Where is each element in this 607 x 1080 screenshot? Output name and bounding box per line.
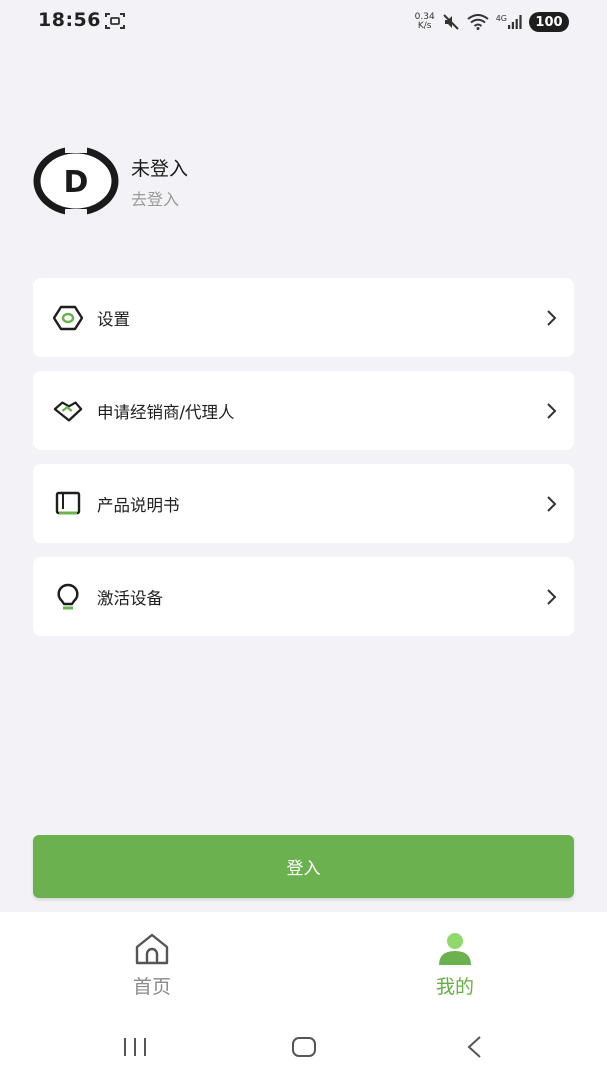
menu-item-label: 设置 (97, 309, 130, 329)
back-icon[interactable] (460, 1034, 490, 1060)
recent-apps-icon[interactable] (120, 1034, 150, 1060)
net-speed: 0.34 K/s (415, 13, 435, 31)
chevron-right-icon (547, 495, 557, 512)
menu-item-manual[interactable]: 产品说明书 (33, 464, 574, 543)
home-icon (135, 933, 169, 965)
signal-icon (508, 15, 522, 29)
menu-item-apply-dealer[interactable]: 申请经销商/代理人 (33, 371, 574, 450)
mute-icon (442, 14, 459, 30)
battery-indicator: 100 (529, 12, 569, 32)
cellular-signal: 4G (496, 15, 522, 29)
handshake-icon (53, 396, 83, 426)
avatar: D (33, 146, 119, 216)
book-icon (53, 489, 83, 519)
tab-label: 首页 (132, 976, 171, 998)
tab-home[interactable]: 首页 (92, 932, 212, 1002)
login-button[interactable]: 登入 (33, 835, 574, 898)
home-button-icon[interactable] (289, 1034, 319, 1060)
menu-item-label: 申请经销商/代理人 (97, 402, 235, 422)
network-type: 4G (495, 14, 507, 23)
tab-label: 我的 (435, 976, 474, 998)
bottom-tab-bar: 首页 我的 (0, 912, 607, 1012)
chevron-right-icon (547, 309, 557, 326)
menu-item-settings[interactable]: 设置 (33, 278, 574, 357)
status-time: 18:56 (38, 9, 101, 31)
settings-hexagon-icon (53, 303, 83, 333)
chevron-right-icon (547, 588, 557, 605)
profile-header[interactable]: D 未登入 去登入 (33, 146, 573, 216)
menu-item-activate-device[interactable]: 激活设备 (33, 557, 574, 636)
person-icon (439, 933, 471, 965)
status-bar: 18:56 0.34 K/s 4G 100 (0, 0, 607, 44)
avatar-letter: D (64, 165, 89, 200)
tab-mine[interactable]: 我的 (395, 932, 515, 1002)
lightbulb-icon (53, 582, 83, 612)
wifi-icon (467, 14, 489, 30)
menu-list: 设置 申请经销商/代理人 产品说明书 激活设备 (33, 278, 574, 650)
net-speed-unit: K/s (417, 21, 432, 31)
profile-name: 未登入 (131, 158, 189, 180)
login-prompt-link[interactable]: 去登入 (131, 186, 179, 210)
chevron-right-icon (547, 402, 557, 419)
screen-capture-icon (105, 13, 125, 29)
menu-item-label: 产品说明书 (97, 495, 180, 515)
menu-item-label: 激活设备 (97, 588, 163, 608)
system-navigation-bar (0, 1012, 607, 1080)
status-icons: 0.34 K/s 4G 100 (415, 10, 569, 34)
